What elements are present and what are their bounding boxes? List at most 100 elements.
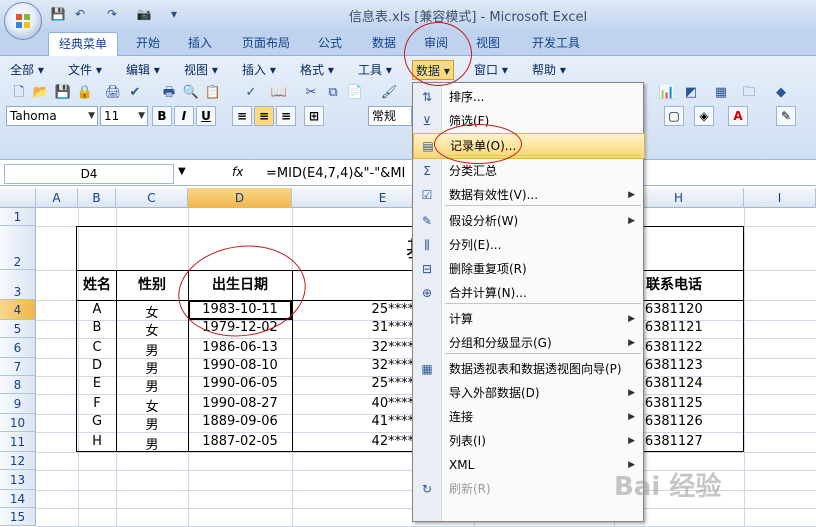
help-diamond-icon[interactable]: ◆ [772, 84, 790, 102]
data-menu-item[interactable]: 计算 ▶ [413, 307, 643, 331]
bold-button[interactable]: B [152, 106, 172, 126]
menu-insert[interactable]: 插入 ▾ [242, 60, 276, 80]
cell-gender[interactable]: 男 [116, 414, 188, 433]
new-icon[interactable]: 🗋 [10, 84, 28, 102]
cell-gender[interactable]: 男 [116, 340, 188, 359]
data-menu-item[interactable]: ⇅ 排序... [413, 85, 643, 109]
tab-classic-menu[interactable]: 经典菜单 [48, 32, 118, 56]
cell-name[interactable]: E [78, 376, 116, 391]
column-header-a[interactable]: A [36, 188, 78, 208]
data-menu-item[interactable]: 连接 ▶ [413, 405, 643, 429]
column-header-c[interactable]: C [116, 188, 188, 208]
underline-button[interactable]: U [196, 106, 216, 126]
menu-tools[interactable]: 工具 ▾ [358, 60, 392, 80]
row-header-5[interactable]: 5 [0, 320, 36, 338]
paste-icon[interactable]: 📋 [204, 84, 222, 102]
office-button[interactable] [4, 2, 42, 40]
cell-birthdate[interactable]: 1990-06-05 [188, 376, 292, 391]
data-menu-item[interactable]: XML ▶ [413, 453, 643, 477]
formula-input[interactable]: =MID(E4,7,4)&"-"&MI [266, 164, 405, 184]
column-header-d[interactable]: D [188, 188, 292, 208]
header-cell-birthdate[interactable]: 出生日期 [188, 274, 292, 294]
chart-icon[interactable]: 📊 [658, 84, 676, 102]
copy-icon[interactable]: ⧉ [324, 84, 342, 102]
row-header-9[interactable]: 9 [0, 394, 36, 414]
data-menu-item[interactable]: ▦ 数据透视表和数据透视图向导(P) [413, 357, 643, 381]
tab-view[interactable]: 视图 [466, 32, 510, 56]
name-box[interactable]: D4 [4, 164, 174, 184]
cell-gender[interactable]: 女 [116, 302, 188, 321]
align-right-icon[interactable]: ≡ [276, 106, 296, 126]
header-cell-name[interactable]: 姓名 [78, 274, 116, 294]
font-color-icon[interactable]: A [728, 106, 748, 126]
row-header-13[interactable]: 13 [0, 470, 36, 490]
format-painter-icon[interactable]: 🖌 [380, 84, 398, 102]
header-cell-gender[interactable]: 性别 [116, 274, 188, 294]
select-all-corner[interactable] [0, 188, 36, 208]
data-menu-item[interactable]: ✎ 假设分析(W) ▶ [413, 209, 643, 233]
menu-edit[interactable]: 编辑 ▾ [126, 60, 160, 80]
data-menu-item[interactable]: 导入外部数据(D) ▶ [413, 381, 643, 405]
tab-data[interactable]: 数据 [362, 32, 406, 56]
permission-icon[interactable]: 🔒 [76, 84, 94, 102]
cell-name[interactable]: G [78, 414, 116, 429]
menu-file[interactable]: 文件 ▾ [68, 60, 102, 80]
data-menu-item[interactable]: Σ 分类汇总 [413, 159, 643, 183]
paste-special-icon[interactable]: 📄 [346, 84, 364, 102]
menu-format[interactable]: 格式 ▾ [300, 60, 334, 80]
cell-gender[interactable]: 女 [116, 320, 188, 339]
italic-button[interactable]: I [174, 106, 194, 126]
table-icon[interactable]: ▦ [712, 84, 730, 102]
spelling-abc-icon[interactable]: ✓ [242, 84, 260, 102]
cell-birthdate[interactable]: 1986-06-13 [188, 340, 292, 355]
menu-data[interactable]: 数据 ▾ [412, 60, 454, 80]
cell-name[interactable]: B [78, 320, 116, 335]
drawing-icon[interactable]: ◩ [682, 84, 700, 102]
fill-color-icon[interactable]: ◈ [694, 106, 714, 126]
folder-icon[interactable]: 🗀 [740, 84, 758, 102]
cell-gender[interactable]: 女 [116, 396, 188, 415]
data-menu-item[interactable]: ☑ 数据有效性(V)... ▶ [413, 183, 643, 207]
align-center-icon[interactable]: ≡ [254, 106, 274, 126]
thesaurus-icon[interactable]: 📖 [270, 84, 288, 102]
cell-birthdate[interactable]: 1889-09-06 [188, 414, 292, 429]
tab-formulas[interactable]: 公式 [308, 32, 352, 56]
cell-birthdate[interactable]: 1990-08-27 [188, 396, 292, 411]
cell-gender[interactable]: 男 [116, 358, 188, 377]
cell-gender[interactable]: 男 [116, 434, 188, 453]
active-cell-d4[interactable] [188, 300, 292, 320]
styles-icon[interactable]: ✎ [776, 106, 796, 126]
menu-window[interactable]: 窗口 ▾ [474, 60, 508, 80]
tab-review[interactable]: 审阅 [414, 32, 458, 56]
row-header-15[interactable]: 15 [0, 508, 36, 526]
cut-icon[interactable]: ✂ [302, 84, 320, 102]
cell-birthdate[interactable]: 1887-02-05 [188, 434, 292, 449]
cell-name[interactable]: F [78, 396, 116, 411]
tab-home[interactable]: 开始 [126, 32, 170, 56]
open-icon[interactable]: 📂 [32, 84, 50, 102]
data-menu-item[interactable]: ⊻ 筛选(F) [413, 109, 643, 133]
row-header-14[interactable]: 14 [0, 490, 36, 508]
font-size-combo[interactable]: 11 ▼ [100, 106, 148, 126]
menu-all[interactable]: 全部 ▾ [10, 60, 44, 80]
align-left-icon[interactable]: ≡ [232, 106, 252, 126]
borders-icon[interactable]: ▢ [664, 106, 684, 126]
cell-name[interactable]: H [78, 434, 116, 449]
column-header-b[interactable]: B [78, 188, 116, 208]
font-name-combo[interactable]: Tahoma ▼ [6, 106, 98, 126]
cell-name[interactable]: A [78, 302, 116, 317]
row-header-8[interactable]: 8 [0, 376, 36, 394]
print-preview-icon[interactable]: 🖨 [104, 84, 122, 102]
row-header-4[interactable]: 4 [0, 300, 36, 320]
print-icon[interactable]: 🖶 [160, 84, 178, 102]
research-icon[interactable]: 🔍 [182, 84, 200, 102]
column-header-i[interactable]: I [744, 188, 816, 208]
row-header-10[interactable]: 10 [0, 414, 36, 432]
name-box-dropdown-icon[interactable]: ▼ [178, 166, 186, 177]
menu-view[interactable]: 视图 ▾ [184, 60, 218, 80]
row-header-6[interactable]: 6 [0, 338, 36, 358]
row-header-1[interactable]: 1 [0, 208, 36, 226]
menu-help[interactable]: 帮助 ▾ [532, 60, 566, 80]
cell-birthdate[interactable]: 1979-12-02 [188, 320, 292, 335]
save-icon[interactable]: 💾 [54, 84, 72, 102]
